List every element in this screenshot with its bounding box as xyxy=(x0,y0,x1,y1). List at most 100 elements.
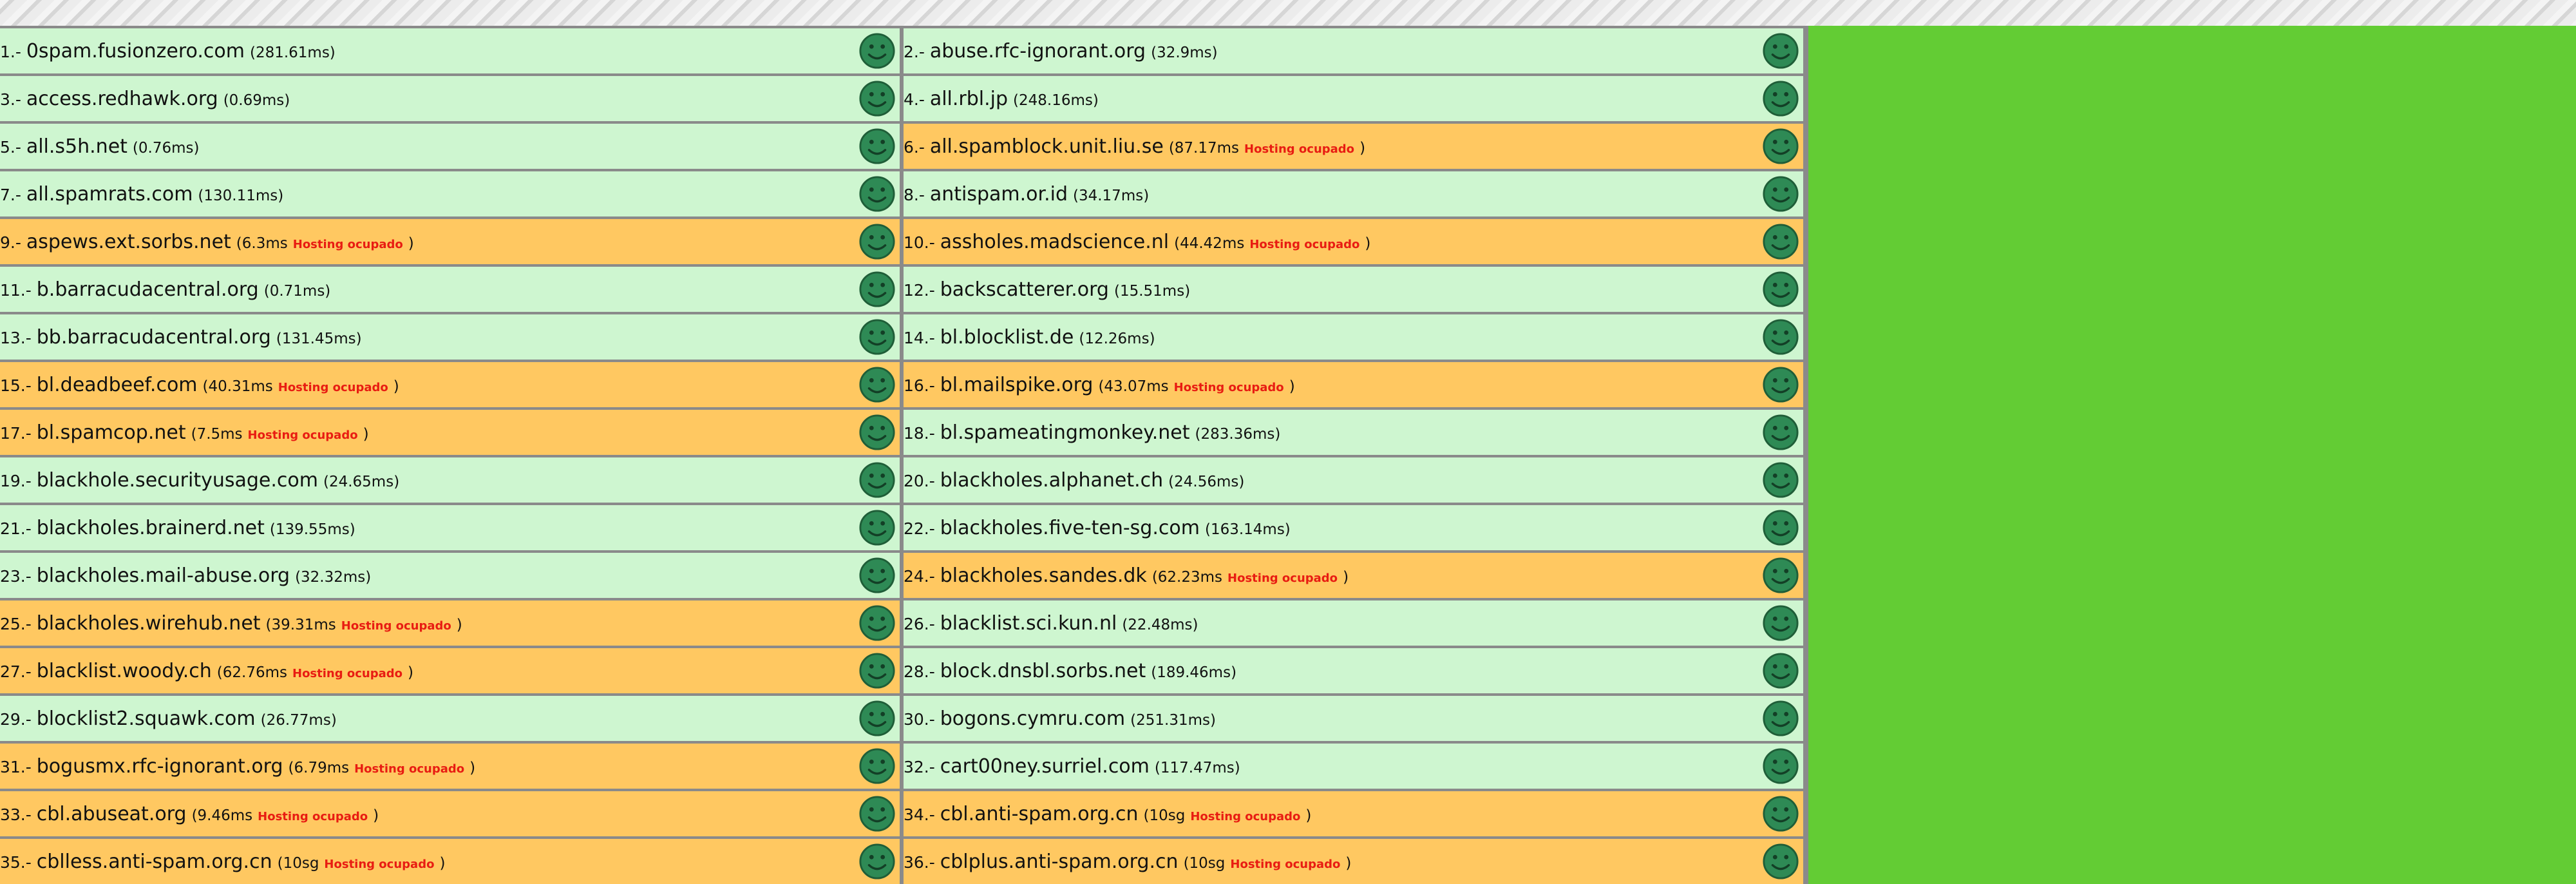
result-index: 31.- xyxy=(0,757,37,776)
blacklist-result-row: 22.- blackholes.five-ten-sg.com (163.14ms… xyxy=(904,503,1803,550)
result-index: 9.- xyxy=(0,233,26,252)
closing-paren: ) xyxy=(1305,807,1312,824)
hosting-busy-label: Hosting ocupado xyxy=(278,380,388,394)
blacklist-result-row: 9.- aspews.ext.sorbs.net (6.3ms Hosting oc… xyxy=(0,216,900,264)
response-time: (15.51ms) xyxy=(1113,282,1191,300)
blacklist-result-row: 31.- bogusmx.rfc-ignorant.org (6.79ms Host… xyxy=(0,741,900,789)
blacklist-hostname: blackholes.five-ten-sg.com xyxy=(940,516,1200,539)
smiley-face-icon xyxy=(1762,366,1799,403)
hosting-busy-label: Hosting ocupado xyxy=(292,237,403,251)
smiley-face-icon xyxy=(858,700,896,737)
blacklist-result-row: 13.- bb.barracudacentral.org (131.45ms) xyxy=(0,312,900,360)
smiley-face-icon xyxy=(1762,795,1799,832)
closing-paren: ) xyxy=(373,807,379,824)
result-index: 1.- xyxy=(0,42,26,61)
blacklist-result-row: 15.- bl.deadbeef.com (40.31ms Hosting ocup… xyxy=(0,360,900,407)
smiley-face-icon xyxy=(1762,271,1799,308)
smiley-face-icon xyxy=(858,461,896,499)
result-label: 10.- assholes.madscience.nl (44.42ms Hosti… xyxy=(904,231,1370,253)
response-time: (32.9ms) xyxy=(1151,44,1218,61)
blacklist-hostname: bl.deadbeef.com xyxy=(36,373,198,396)
smiley-face-icon xyxy=(858,795,896,832)
blacklist-result-row: 5.- all.s5h.net (0.76ms) xyxy=(0,121,900,169)
result-label: 24.- blackholes.sandes.dk (62.23ms Hosting… xyxy=(904,564,1349,587)
closing-paren: ) xyxy=(363,425,369,443)
result-index: 11.- xyxy=(0,280,37,300)
result-label: 27.- blacklist.woody.ch (62.76ms Hosting o… xyxy=(0,660,413,682)
response-time: (0.76ms) xyxy=(132,139,200,157)
blacklist-result-row: 3.- access.redhawk.org (0.69ms) xyxy=(0,73,900,121)
blacklist-result-row: 4.- all.rbl.jp (248.16ms) xyxy=(904,73,1803,121)
result-index: 33.- xyxy=(0,805,37,824)
result-label: 29.- blocklist2.squawk.com (26.77ms) xyxy=(0,707,337,730)
blacklist-result-row: 20.- blackholes.alphanet.ch (24.56ms) xyxy=(904,455,1803,503)
closing-paren: ) xyxy=(469,759,476,776)
hosting-busy-label: Hosting ocupado xyxy=(258,809,368,823)
blacklist-hostname: 0spam.fusionzero.com xyxy=(26,39,245,62)
blacklist-hostname: all.s5h.net xyxy=(26,135,128,158)
blacklist-result-row: 32.- cart00ney.surriel.com (117.47ms) xyxy=(904,741,1803,789)
blacklist-result-row: 17.- bl.spamcop.net (7.5ms Hosting ocupado… xyxy=(0,407,900,455)
hosting-busy-label: Hosting ocupado xyxy=(292,666,403,680)
response-time: (40.31ms xyxy=(202,378,273,395)
smiley-face-icon xyxy=(1762,32,1799,70)
result-label: 21.- blackholes.brainerd.net (139.55ms) xyxy=(0,517,355,539)
hosting-busy-label: Hosting ocupado xyxy=(1244,142,1355,156)
smiley-face-icon xyxy=(858,223,896,260)
result-label: 13.- bb.barracudacentral.org (131.45ms) xyxy=(0,326,362,349)
blacklist-hostname: abuse.rfc-ignorant.org xyxy=(929,39,1146,62)
result-index: 17.- xyxy=(0,423,37,443)
closing-paren: ) xyxy=(1343,568,1349,586)
result-label: 20.- blackholes.alphanet.ch (24.56ms) xyxy=(904,469,1244,492)
blacklist-result-row: 6.- all.spamblock.unit.liu.se (87.17ms Hos… xyxy=(904,121,1803,169)
result-index: 24.- xyxy=(904,566,940,586)
result-label: 19.- blackhole.securityusage.com (24.65ms… xyxy=(0,469,399,492)
smiley-face-icon xyxy=(1762,318,1799,356)
response-time: (117.47ms) xyxy=(1154,759,1240,776)
blacklist-hostname: blackholes.brainerd.net xyxy=(36,516,265,539)
result-index: 13.- xyxy=(0,328,37,347)
blacklist-hostname: bb.barracudacentral.org xyxy=(36,325,271,349)
blacklist-result-row: 29.- blocklist2.squawk.com (26.77ms) xyxy=(0,693,900,741)
blacklist-result-row: 25.- blackholes.wirehub.net (39.31ms Hosti… xyxy=(0,598,900,646)
response-time: (0.71ms) xyxy=(263,282,331,300)
result-label: 31.- bogusmx.rfc-ignorant.org (6.79ms Host… xyxy=(0,755,475,778)
smiley-face-icon xyxy=(858,414,896,451)
blacklist-result-row: 16.- bl.mailspike.org (43.07ms Hosting ocu… xyxy=(904,360,1803,407)
result-index: 19.- xyxy=(0,471,37,490)
result-label: 18.- bl.spameatingmonkey.net (283.36ms) xyxy=(904,421,1280,444)
result-index: 8.- xyxy=(904,185,930,204)
result-label: 17.- bl.spamcop.net (7.5ms Hosting ocupado… xyxy=(0,421,369,444)
result-label: 35.- cblless.anti-spam.org.cn (10sg Hostin… xyxy=(0,850,445,873)
blacklist-result-row: 1.- 0spam.fusionzero.com (281.61ms) xyxy=(0,26,900,73)
blacklist-result-row: 14.- bl.blocklist.de (12.26ms) xyxy=(904,312,1803,360)
blacklist-hostname: bogusmx.rfc-ignorant.org xyxy=(36,754,283,778)
blacklist-result-row: 35.- cblless.anti-spam.org.cn (10sg Hostin… xyxy=(0,836,900,884)
closing-paren: ) xyxy=(1289,378,1295,395)
result-index: 26.- xyxy=(904,614,940,633)
response-time: (87.17ms xyxy=(1168,139,1240,157)
blacklist-result-row: 2.- abuse.rfc-ignorant.org (32.9ms) xyxy=(904,26,1803,73)
blacklist-result-row: 28.- block.dnsbl.sorbs.net (189.46ms) xyxy=(904,646,1803,693)
result-index: 3.- xyxy=(0,90,26,109)
blacklist-hostname: blackholes.wirehub.net xyxy=(36,611,261,635)
blacklist-hostname: assholes.madscience.nl xyxy=(940,230,1170,253)
closing-paren: ) xyxy=(456,616,462,633)
response-time: (62.76ms xyxy=(216,664,287,681)
blacklist-result-row: 10.- assholes.madscience.nl (44.42ms Hosti… xyxy=(904,216,1803,264)
blacklist-hostname: bl.spameatingmonkey.net xyxy=(940,421,1190,444)
blacklist-hostname: cblless.anti-spam.org.cn xyxy=(36,850,272,873)
result-index: 35.- xyxy=(0,852,37,872)
blacklist-hostname: backscatterer.org xyxy=(940,278,1109,301)
blacklist-result-row: 21.- blackholes.brainerd.net (139.55ms) xyxy=(0,503,900,550)
response-time: (251.31ms) xyxy=(1130,711,1216,729)
response-time: (24.65ms) xyxy=(323,473,400,490)
result-label: 16.- bl.mailspike.org (43.07ms Hosting ocu… xyxy=(904,374,1295,396)
smiley-face-icon xyxy=(858,509,896,546)
response-time: (12.26ms) xyxy=(1079,330,1155,347)
blacklist-hostname: blackhole.securityusage.com xyxy=(36,468,318,492)
result-label: 15.- bl.deadbeef.com (40.31ms Hosting ocup… xyxy=(0,374,399,396)
response-time: (0.69ms) xyxy=(223,91,290,109)
response-time: (189.46ms) xyxy=(1151,664,1237,681)
response-time: (32.32ms) xyxy=(295,568,372,586)
